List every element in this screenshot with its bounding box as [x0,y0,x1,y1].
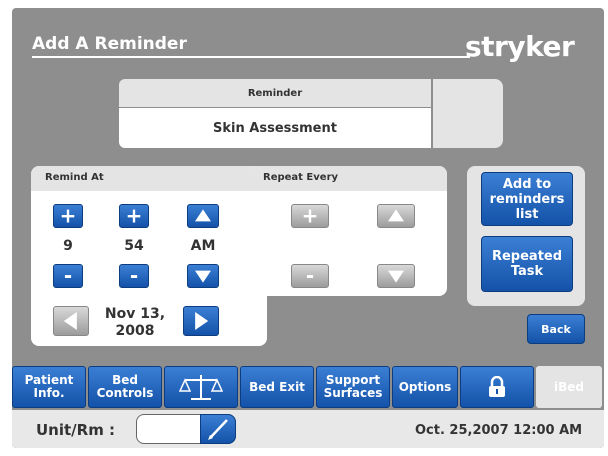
hour-value: 9 [63,238,73,254]
arrow-up-icon [388,209,404,222]
hour-increment-button[interactable]: + [53,204,83,228]
minus-icon: - [63,263,73,288]
nav-bed-controls[interactable]: Bed Controls [88,366,162,408]
action-panel: Add to reminders list Repeated Task [467,166,585,306]
repeat-every-label: Repeat Every [249,166,447,191]
hour-decrement-button[interactable]: - [53,264,83,288]
screen: Add A Reminder stryker Reminder Skin Ass… [12,8,604,448]
nav-lock[interactable] [460,366,534,408]
remind-date: Nov 13, 2008 [95,306,175,340]
lock-icon [489,376,505,397]
nav-support-surfaces[interactable]: Support Surfaces [316,366,390,408]
repeat-increment-button[interactable]: + [291,204,329,228]
nav-patient-info[interactable]: Patient Info. [12,366,86,408]
reminder-header: Reminder [119,79,431,107]
minute-increment-button[interactable]: + [119,204,149,228]
title-underline [32,56,470,58]
arrow-down-icon [195,270,211,283]
nav-scale[interactable] [164,366,238,408]
minus-icon: - [129,263,139,288]
minus-icon: - [305,263,315,288]
repeat-up-button[interactable] [377,204,415,228]
nav-bed-exit[interactable]: Bed Exit [240,366,314,408]
nav-options[interactable]: Options [392,366,458,408]
arrow-down-icon [388,270,404,283]
minute-decrement-button[interactable]: - [119,264,149,288]
back-button[interactable]: Back [527,314,585,344]
repeat-down-button[interactable] [377,264,415,288]
remind-at-label: Remind At [31,166,267,191]
bottom-nav: Patient Info. Bed Controls Bed Exit Supp… [12,364,604,410]
brand-logo: stryker [465,30,575,63]
plus-icon: + [125,203,143,228]
datetime-display: Oct. 25,2007 12:00 AM [415,423,583,438]
arrow-left-icon [63,312,77,330]
ampm-up-button[interactable] [187,204,219,228]
add-to-reminders-button[interactable]: Add to reminders list [481,172,573,226]
arrow-up-icon [195,209,211,222]
date-line-1: Nov 13, [104,306,166,322]
ampm-down-button[interactable] [187,264,219,288]
minute-value: 54 [124,238,144,254]
arrow-right-icon [195,312,209,330]
plus-icon: + [301,203,319,228]
reminder-value[interactable]: Skin Assessment [119,108,431,148]
unit-edit-button[interactable] [200,414,236,444]
repeat-every-panel: Repeat Every + - [249,166,447,296]
footer-bar: Unit/Rm : Oct. 25,2007 12:00 AM [12,410,604,448]
repeat-decrement-button[interactable]: - [291,264,329,288]
date-line-2: 2008 [115,323,155,339]
date-next-button[interactable] [183,306,219,336]
plus-icon: + [59,203,77,228]
scale-icon [179,375,223,400]
ampm-value: AM [190,238,216,254]
pencil-icon [208,419,228,440]
page-title: Add A Reminder [32,34,187,54]
repeated-task-button[interactable]: Repeated Task [481,236,573,292]
nav-bed[interactable]: iBed [536,366,602,408]
reminder-side-panel [433,79,503,148]
unit-label: Unit/Rm : [36,421,116,439]
date-prev-button[interactable] [53,306,89,336]
